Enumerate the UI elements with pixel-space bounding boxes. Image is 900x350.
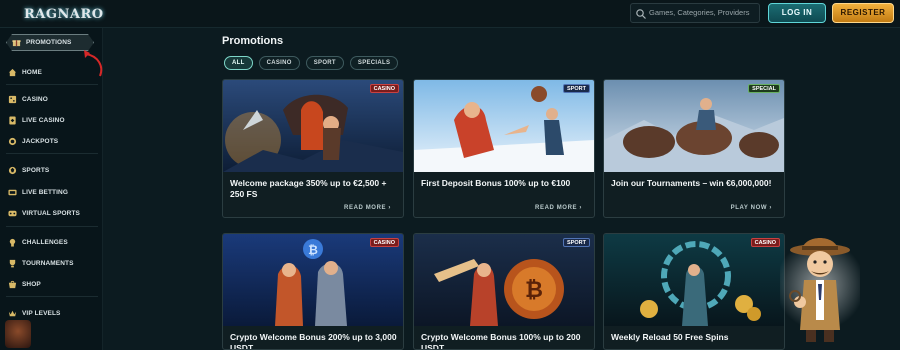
viking-avatar <box>5 320 31 348</box>
promo-card[interactable]: SPECIAL Join our Tournaments – win €6,00… <box>603 79 785 218</box>
promo-title: Join our Tournaments – win €6,000,000! <box>611 178 772 188</box>
sidebar-divider <box>6 84 98 85</box>
sidebar-item-jackpots[interactable]: JACKPOTS <box>8 134 58 148</box>
sidebar-item-label: CASINO <box>22 95 48 103</box>
promo-card[interactable]: CASINO Weekly Reload 50 Free Spins <box>603 233 785 350</box>
promo-title: Weekly Reload 50 Free Spins <box>611 332 729 342</box>
sidebar-item-promotions[interactable]: PROMOTIONS <box>12 35 71 49</box>
sidebar-item-label: TOURNAMENTS <box>22 259 74 267</box>
sidebar-item-label: VIP LEVELS <box>22 309 61 317</box>
read-more-link[interactable]: READ MORE › <box>344 205 391 211</box>
promo-tag-casino: CASINO <box>369 238 399 247</box>
promo-tag-special: SPECIAL <box>748 84 780 93</box>
promo-card[interactable]: ₿ SPORT Crypto Welcome Bonus 100% up to … <box>413 233 595 350</box>
sports-icon <box>8 166 17 175</box>
virtual-sports-icon <box>8 209 17 218</box>
sidebar-item-live-betting[interactable]: LIVE BETTING <box>8 185 68 199</box>
read-more-link[interactable]: READ MORE › <box>535 205 582 211</box>
chevron-right-icon: › <box>388 205 391 211</box>
home-icon <box>8 68 17 77</box>
sidebar-item-label: PROMOTIONS <box>26 38 72 46</box>
sidebar-item-vip-levels[interactable]: VIP LEVELS <box>8 306 60 320</box>
register-button[interactable]: REGISTER <box>832 3 894 23</box>
casino-icon <box>8 95 17 104</box>
live-casino-icon <box>8 115 17 125</box>
search-placeholder: Games, Categories, Providers <box>649 8 750 17</box>
page-title: Promotions <box>222 35 284 47</box>
promo-image-boar-riders: SPECIAL <box>604 80 784 172</box>
promo-card[interactable]: CASINO Welcome package 350% up to €2,500… <box>222 79 404 218</box>
filter-specials[interactable]: SPECIALS <box>349 56 399 70</box>
promo-title: Welcome package 350% up to €2,500 + 250 … <box>230 178 387 199</box>
jackpot-icon <box>8 137 17 146</box>
promo-image-vikings: CASINO <box>223 80 403 172</box>
promo-tag-sport: SPORT <box>563 238 590 247</box>
pointer-arrow-icon <box>84 50 103 77</box>
top-bar: RAGNARO Games, Categories, Providers LOG… <box>0 0 900 28</box>
promo-title: First Deposit Bonus 100% up to €100 <box>421 178 571 188</box>
sidebar-divider <box>6 226 98 227</box>
promo-card[interactable]: SPORT First Deposit Bonus 100% up to €10… <box>413 79 595 218</box>
filter-casino[interactable]: CASINO <box>258 56 300 70</box>
live-betting-icon <box>8 188 17 197</box>
sidebar-item-label: LIVE CASINO <box>22 116 65 124</box>
promo-card[interactable]: ₿ CASINO Crypto Welcome Bonus 200% up to… <box>222 233 404 350</box>
sidebar-item-virtual-sports[interactable]: VIRTUAL SPORTS <box>8 206 80 220</box>
sidebar-item-shop[interactable]: SHOP <box>8 277 41 291</box>
svg-text:₿: ₿ <box>525 278 543 303</box>
sidebar-divider <box>6 153 98 154</box>
filter-sport[interactable]: SPORT <box>305 56 344 70</box>
sidebar-item-label: HOME <box>22 68 42 76</box>
search-icon <box>635 7 647 19</box>
play-now-link[interactable]: PLAY NOW › <box>731 205 772 211</box>
login-button[interactable]: LOG IN <box>768 3 826 23</box>
promo-image-reload: CASINO <box>604 234 784 326</box>
sidebar: PROMOTIONS HOME CASINO LIVE CASINO JACKP… <box>0 28 103 350</box>
promo-tag-sport: SPORT <box>563 84 590 93</box>
logo-text: RAGNARO <box>24 7 104 22</box>
sidebar-item-label: SHOP <box>22 280 41 288</box>
chevron-right-icon: › <box>769 205 772 211</box>
shop-icon <box>8 280 17 289</box>
promo-image-football: SPORT <box>414 80 594 172</box>
detective-mascot-icon <box>780 238 860 342</box>
promo-title: Crypto Welcome Bonus 100% up to 200 USDT <box>421 332 581 350</box>
gift-icon <box>12 38 21 47</box>
sidebar-divider <box>6 296 98 297</box>
promo-title: Crypto Welcome Bonus 200% up to 3,000 US… <box>230 332 397 350</box>
promo-image-crypto-horn: ₿ SPORT <box>414 234 594 326</box>
sidebar-item-tournaments[interactable]: TOURNAMENTS <box>8 256 74 270</box>
sidebar-item-label: JACKPOTS <box>22 137 59 145</box>
promo-image-crypto-vikings: ₿ CASINO <box>223 234 403 326</box>
filter-all[interactable]: ALL <box>224 56 253 70</box>
sidebar-item-live-casino[interactable]: LIVE CASINO <box>8 113 65 127</box>
sidebar-item-casino[interactable]: CASINO <box>8 92 48 106</box>
sidebar-item-challenges[interactable]: CHALLENGES <box>8 235 68 249</box>
svg-text:₿: ₿ <box>308 243 318 257</box>
challenges-icon <box>8 238 17 247</box>
sidebar-item-sports[interactable]: SPORTS <box>8 163 49 177</box>
sidebar-item-label: LIVE BETTING <box>22 188 68 196</box>
chevron-right-icon: › <box>579 205 582 211</box>
ragnaro-logo[interactable]: RAGNARO <box>24 3 103 27</box>
sidebar-item-label: VIRTUAL SPORTS <box>22 209 80 217</box>
sidebar-item-home[interactable]: HOME <box>8 65 42 79</box>
promo-tag-casino: CASINO <box>369 84 399 93</box>
promo-tag-casino: CASINO <box>750 238 780 247</box>
promo-filter-tabs: ALL CASINO SPORT SPECIALS <box>224 56 399 70</box>
tournaments-icon <box>8 259 17 268</box>
sidebar-item-label: SPORTS <box>22 166 50 174</box>
search-input[interactable]: Games, Categories, Providers <box>630 3 760 23</box>
sidebar-item-label: CHALLENGES <box>22 238 68 246</box>
vip-icon <box>8 309 17 318</box>
